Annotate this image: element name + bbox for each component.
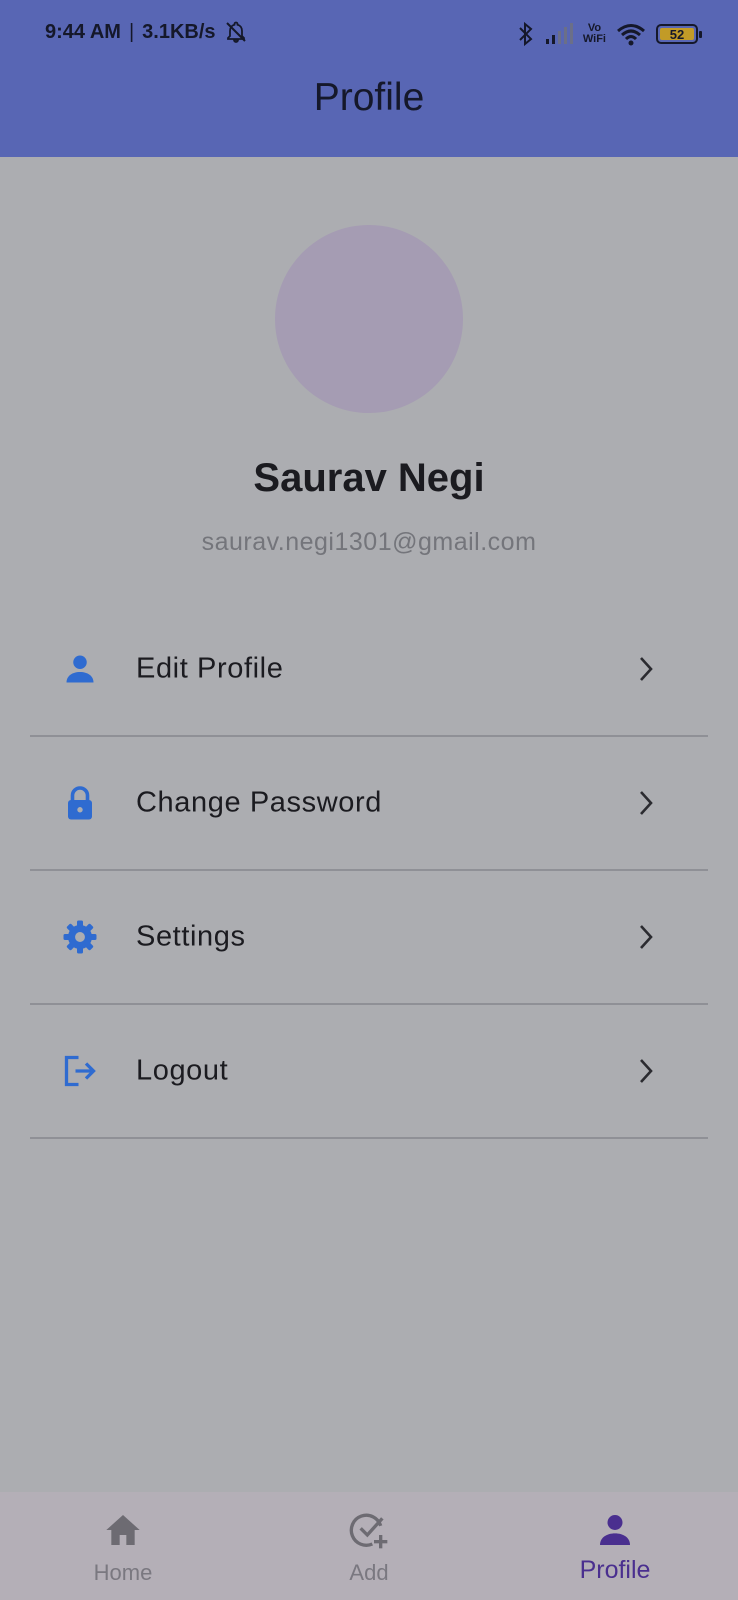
chevron-right-icon — [640, 791, 653, 815]
profile-email: saurav.negi1301@gmail.com — [201, 528, 537, 556]
battery-level: 52 — [669, 26, 685, 42]
home-icon — [106, 1515, 140, 1545]
menu-item-logout[interactable]: Logout — [30, 1005, 708, 1139]
vowifi-indicator: Vo WiFi — [583, 23, 606, 45]
logout-icon — [64, 1055, 96, 1087]
menu-item-label: Edit Profile — [136, 652, 284, 685]
status-time: 9:44 AM — [45, 20, 121, 43]
page-title: Profile — [313, 76, 425, 119]
vowifi-line2: WiFi — [582, 33, 606, 45]
status-separator: | — [128, 20, 135, 43]
bell-off-icon — [225, 21, 246, 43]
chevron-right-icon — [640, 925, 653, 949]
status-right: Vo WiFi 52 — [517, 20, 702, 48]
menu-item-settings[interactable]: Settings — [30, 871, 708, 1005]
menu-item-label: Change Password — [136, 786, 382, 819]
menu-item-change-password[interactable]: Change Password — [30, 737, 708, 871]
avatar[interactable] — [275, 225, 463, 413]
network-speed: 3.1KB/s — [142, 20, 216, 43]
status-bar: 9:44 AM | 3.1KB/s Vo WiFi 52 — [0, 0, 738, 62]
bottom-navigation: Home Add Profile — [0, 1492, 738, 1600]
add-task-icon — [349, 1513, 388, 1549]
nav-item-profile[interactable]: Profile — [492, 1492, 738, 1600]
nav-label-home: Home — [93, 1560, 153, 1585]
menu-item-label: Settings — [136, 920, 246, 953]
gear-icon — [63, 920, 97, 954]
battery-indicator: 52 — [656, 24, 702, 44]
nav-label-profile: Profile — [579, 1556, 651, 1584]
wifi-icon — [617, 24, 645, 46]
profile-name: Saurav Negi — [253, 456, 485, 500]
lock-icon — [68, 786, 92, 820]
person-icon — [66, 655, 94, 683]
menu-item-edit-profile[interactable]: Edit Profile — [30, 603, 708, 737]
app-bar: 9:44 AM | 3.1KB/s Vo WiFi 52 Profile — [0, 0, 738, 157]
signal-icon — [545, 23, 573, 44]
chevron-right-icon — [640, 1059, 653, 1083]
chevron-right-icon — [640, 657, 653, 681]
nav-item-add[interactable]: Add — [246, 1492, 492, 1600]
person-icon — [600, 1515, 630, 1545]
bluetooth-icon — [519, 21, 533, 47]
menu-item-label: Logout — [136, 1054, 229, 1087]
nav-label-add: Add — [349, 1560, 389, 1585]
nav-item-home[interactable]: Home — [0, 1492, 246, 1600]
status-left: 9:44 AM | 3.1KB/s — [45, 20, 248, 44]
profile-menu: Edit Profile Change Password Settings Lo… — [30, 603, 708, 1139]
